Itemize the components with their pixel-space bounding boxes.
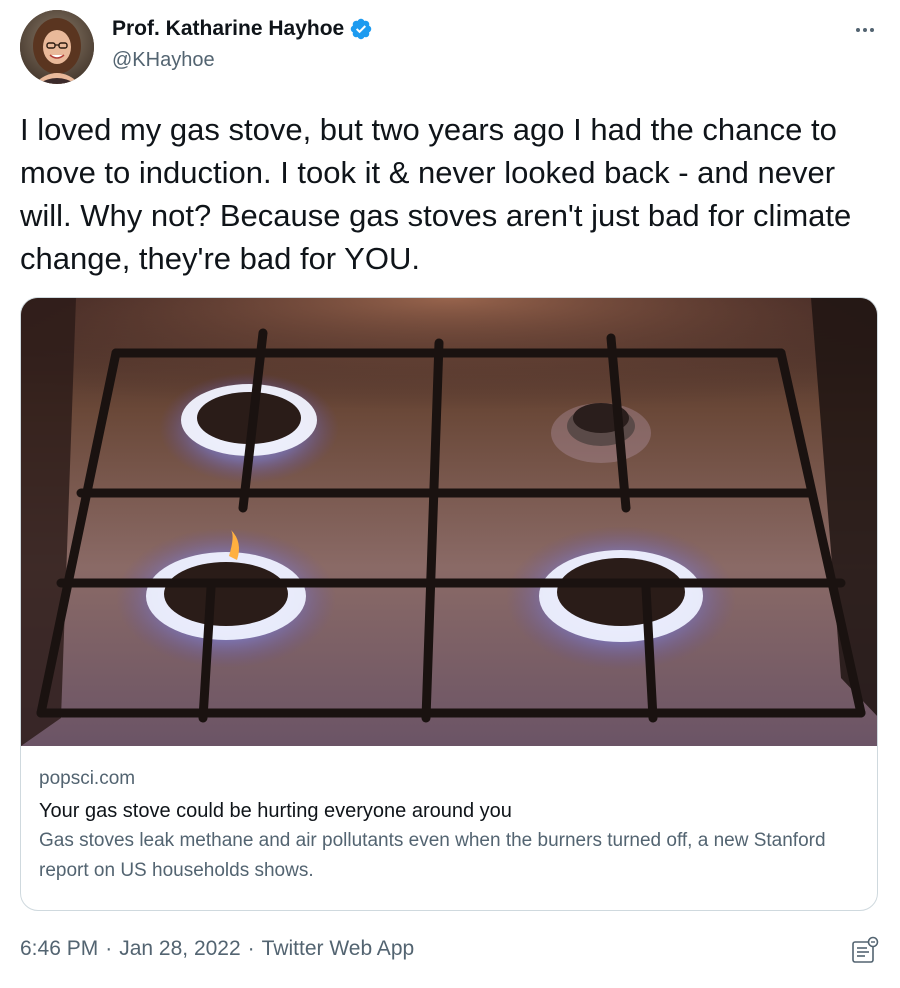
meta-separator: ·	[105, 937, 113, 960]
verified-badge-icon	[350, 18, 372, 40]
avatar-photo-icon	[20, 10, 94, 84]
link-card-info: popsci.com Your gas stove could be hurti…	[39, 766, 859, 886]
more-dot	[870, 28, 874, 32]
tweet-text: I loved my gas stove, but two years ago …	[20, 112, 852, 276]
link-preview-card[interactable]: popsci.com Your gas stove could be hurti…	[20, 297, 878, 911]
link-card-title: Your gas stove could be hurting everyone…	[39, 800, 512, 822]
tweet-container: Prof. Katharine Hayhoe @KHayhoe I loved …	[0, 0, 900, 988]
more-options-icon[interactable]	[850, 18, 880, 42]
view-tweet-analytics-icon[interactable]	[850, 936, 880, 966]
gas-stove-photo	[21, 298, 877, 746]
link-card-domain: popsci.com	[39, 768, 136, 789]
tweet-metadata: 6:46 PM · Jan 28, 2022 · Twitter Web App	[20, 937, 414, 961]
author-display-name[interactable]: Prof. Katharine Hayhoe	[112, 17, 344, 41]
tweet-timestamp-time[interactable]: 6:46 PM	[20, 937, 98, 961]
author-name-row[interactable]: Prof. Katharine Hayhoe	[112, 17, 373, 41]
link-card-description: Gas stoves leak methane and air pollutan…	[39, 830, 826, 881]
tweet-timestamp-date[interactable]: Jan 28, 2022	[119, 937, 240, 961]
more-dot	[856, 28, 860, 32]
more-dot	[863, 28, 867, 32]
author-avatar[interactable]	[20, 10, 94, 84]
author-handle[interactable]: @KHayhoe	[112, 49, 215, 72]
meta-separator: ·	[247, 937, 255, 960]
tweet-source-link[interactable]: Twitter Web App	[262, 937, 415, 961]
